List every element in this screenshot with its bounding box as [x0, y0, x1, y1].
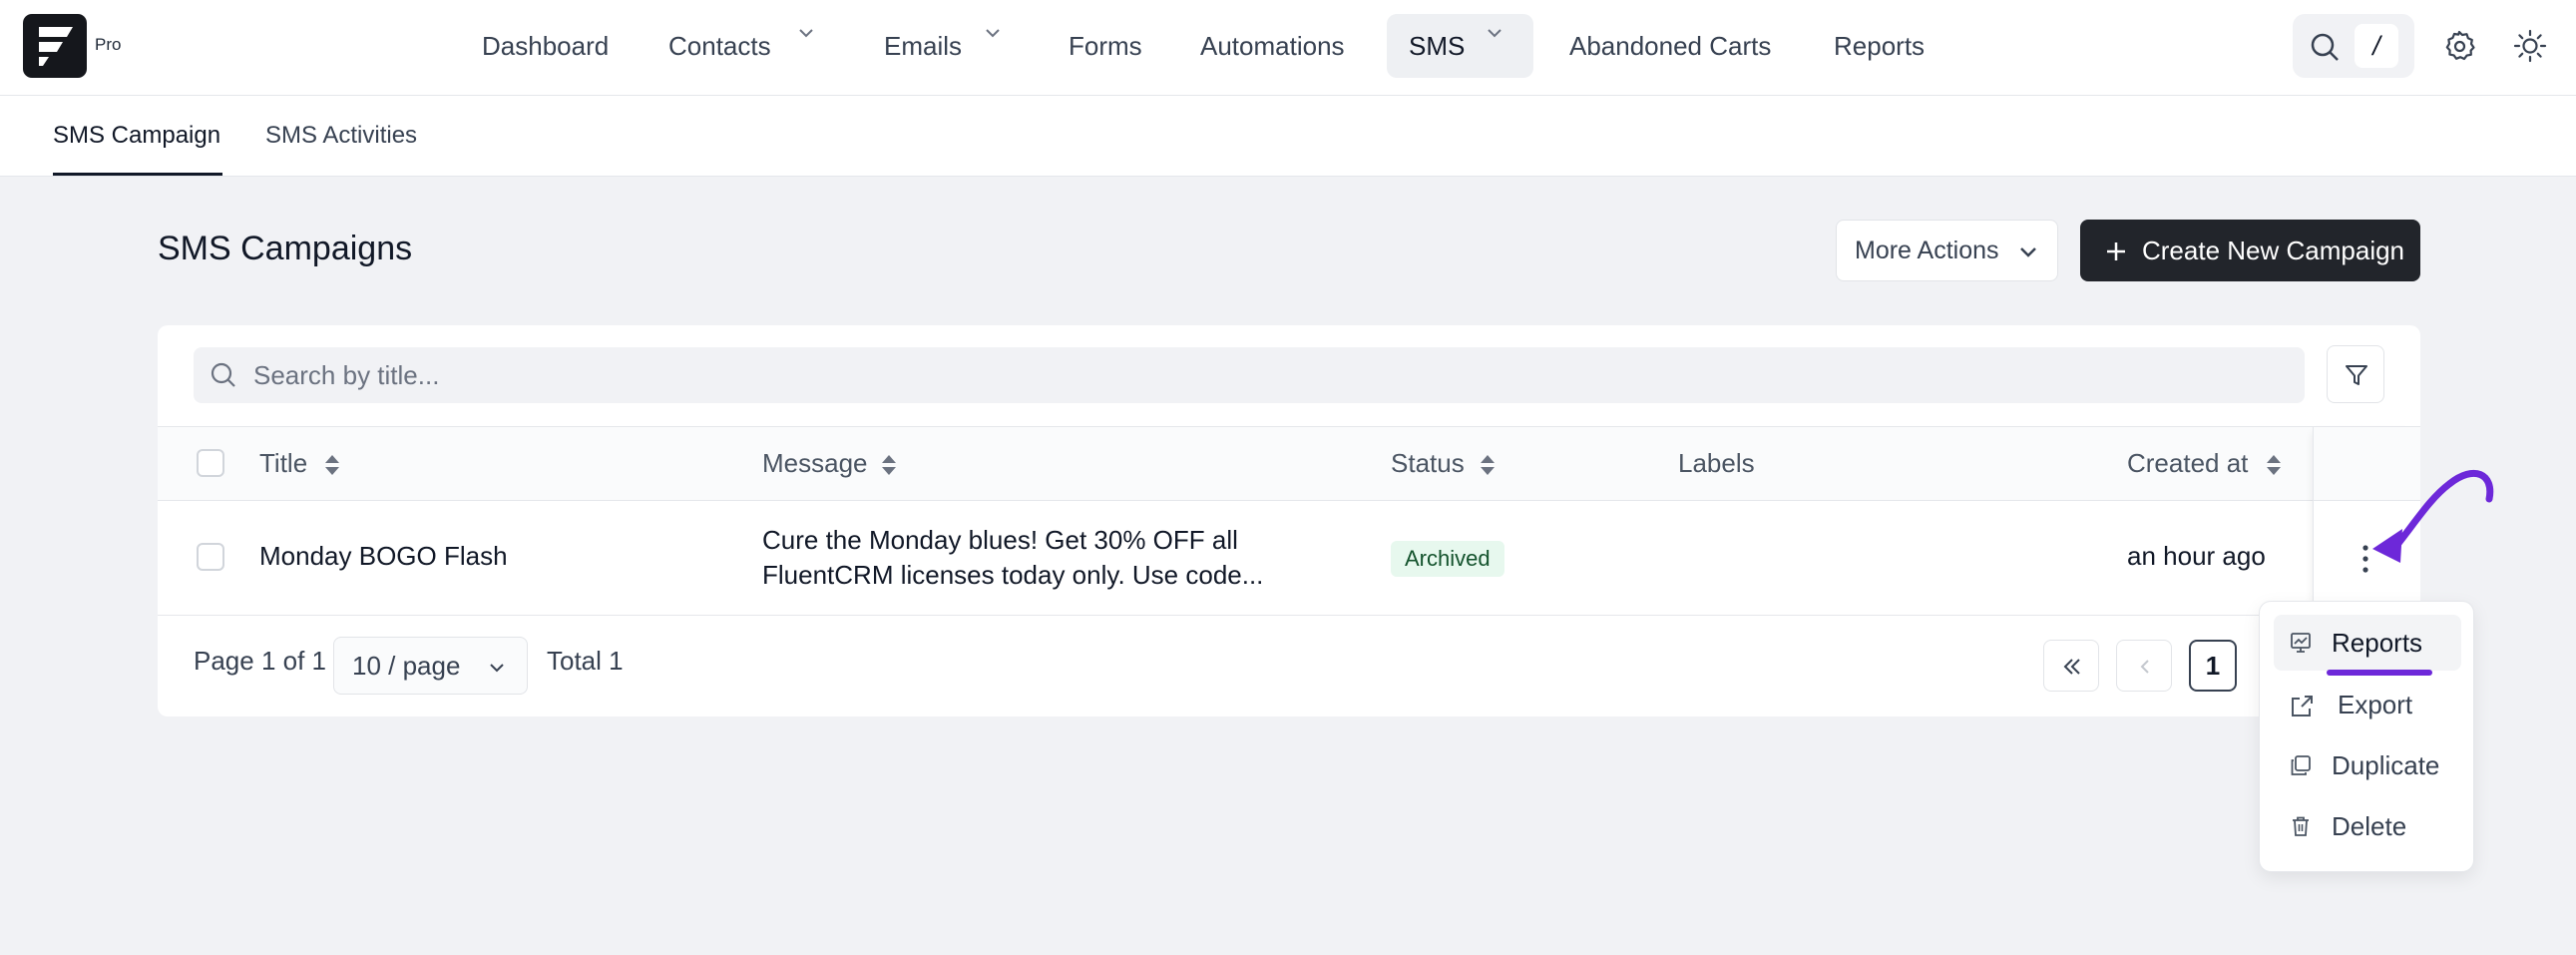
create-new-campaign-button[interactable]: Create New Campaign — [2080, 220, 2420, 281]
trash-icon — [2293, 816, 2309, 836]
nav-dashboard[interactable]: Dashboard — [482, 14, 609, 78]
copy-icon — [2291, 755, 2311, 775]
filter-button[interactable] — [2327, 345, 2384, 403]
select-all-checkbox[interactable] — [197, 449, 224, 477]
global-search-button[interactable]: / — [2293, 14, 2414, 78]
menu-item-reports[interactable]: Reports — [2274, 615, 2461, 671]
row-created-at: an hour ago — [2127, 541, 2266, 571]
nav-abandoned-carts[interactable]: Abandoned Carts — [1569, 14, 1771, 78]
chevron-down-icon — [490, 664, 504, 673]
sun-icon[interactable] — [2513, 29, 2547, 63]
kebab-menu-icon[interactable] — [2361, 544, 2370, 574]
fluentcrm-logo[interactable] — [23, 14, 87, 78]
column-status[interactable]: Status — [1391, 427, 1465, 500]
total-count: Total 1 — [547, 646, 624, 676]
sort-icon[interactable] — [2265, 453, 2283, 477]
more-actions-button[interactable]: More Actions — [1836, 220, 2058, 281]
sort-icon[interactable] — [1479, 453, 1497, 477]
pro-badge: Pro — [95, 35, 122, 54]
actions-column — [2313, 426, 2420, 616]
nav-contacts[interactable]: Contacts — [668, 14, 771, 78]
row-title[interactable]: Monday BOGO Flash — [259, 541, 508, 572]
sub-tabs: SMS Campaign SMS Activities — [0, 96, 2576, 177]
menu-item-export[interactable]: Export — [2274, 677, 2461, 732]
chart-board-icon — [2291, 633, 2311, 653]
chevron-left-icon — [2140, 660, 2149, 674]
sort-icon[interactable] — [880, 453, 898, 477]
column-title[interactable]: Title — [259, 427, 307, 500]
column-created-at[interactable]: Created at — [2127, 427, 2248, 500]
table-header: Title Message Status Labels Created at — [158, 426, 2420, 501]
search-input[interactable] — [253, 347, 2249, 403]
page-info: Page 1 of 1 — [194, 646, 326, 676]
nav-forms[interactable]: Forms — [1069, 14, 1142, 78]
search-shortcut-key: / — [2355, 24, 2398, 68]
export-icon — [2292, 696, 2313, 716]
more-actions-label: More Actions — [1855, 237, 1999, 264]
prev-page-button[interactable] — [2116, 640, 2172, 692]
search-icon — [211, 362, 235, 387]
filter-icon — [2346, 365, 2367, 385]
gear-icon[interactable] — [2442, 29, 2476, 63]
row-message-line1: Cure the Monday blues! Get 30% OFF all — [762, 525, 1238, 555]
chevron-down-icon[interactable] — [796, 23, 816, 43]
tab-sms-campaign[interactable]: SMS Campaign — [53, 96, 222, 176]
column-labels: Labels — [1678, 448, 1755, 478]
nav-sms[interactable]: SMS — [1387, 14, 1533, 78]
sort-icon[interactable] — [323, 453, 341, 477]
nav-emails[interactable]: Emails — [884, 14, 962, 78]
search-box[interactable] — [194, 347, 2305, 403]
row-checkbox[interactable] — [197, 543, 224, 571]
chevron-down-icon[interactable] — [983, 23, 1003, 43]
chevron-down-icon — [2020, 247, 2036, 257]
nav-sms-label: SMS — [1409, 31, 1466, 61]
page-number-current[interactable]: 1 — [2189, 640, 2237, 692]
nav-automations[interactable]: Automations — [1200, 14, 1345, 78]
double-chevron-left-icon — [2063, 659, 2080, 675]
first-page-button[interactable] — [2043, 640, 2099, 692]
menu-item-delete[interactable]: Delete — [2274, 798, 2461, 854]
menu-item-duplicate[interactable]: Duplicate — [2274, 737, 2461, 793]
menu-item-label: Reports — [2332, 628, 2423, 658]
per-page-value: 10 / page — [352, 651, 461, 681]
per-page-select[interactable]: 10 / page — [333, 637, 528, 695]
column-message[interactable]: Message — [762, 427, 868, 500]
table-row[interactable]: Monday BOGO Flash Cure the Monday blues!… — [158, 501, 2420, 616]
plus-icon — [2107, 242, 2125, 260]
create-new-campaign-label: Create New Campaign — [2142, 236, 2405, 265]
campaigns-card: Title Message Status Labels Created at M… — [158, 325, 2420, 716]
tab-sms-activities[interactable]: SMS Activities — [265, 96, 417, 176]
search-icon — [2311, 33, 2339, 61]
row-message-line2: FluentCRM licenses today only. Use code.… — [762, 560, 1264, 590]
row-message: Cure the Monday blues! Get 30% OFF all F… — [762, 523, 1263, 593]
nav-reports[interactable]: Reports — [1834, 14, 1925, 78]
menu-item-label: Duplicate — [2332, 750, 2440, 780]
chevron-down-icon[interactable] — [1485, 23, 1504, 43]
page-title: SMS Campaigns — [158, 230, 413, 267]
top-navigation: Pro Dashboard Contacts Emails Forms Auto… — [0, 0, 2576, 96]
row-actions-menu: Reports Export Duplicate Delete — [2259, 601, 2474, 872]
menu-item-label: Delete — [2332, 811, 2407, 841]
status-badge: Archived — [1391, 541, 1504, 577]
menu-item-label: Export — [2338, 690, 2413, 719]
